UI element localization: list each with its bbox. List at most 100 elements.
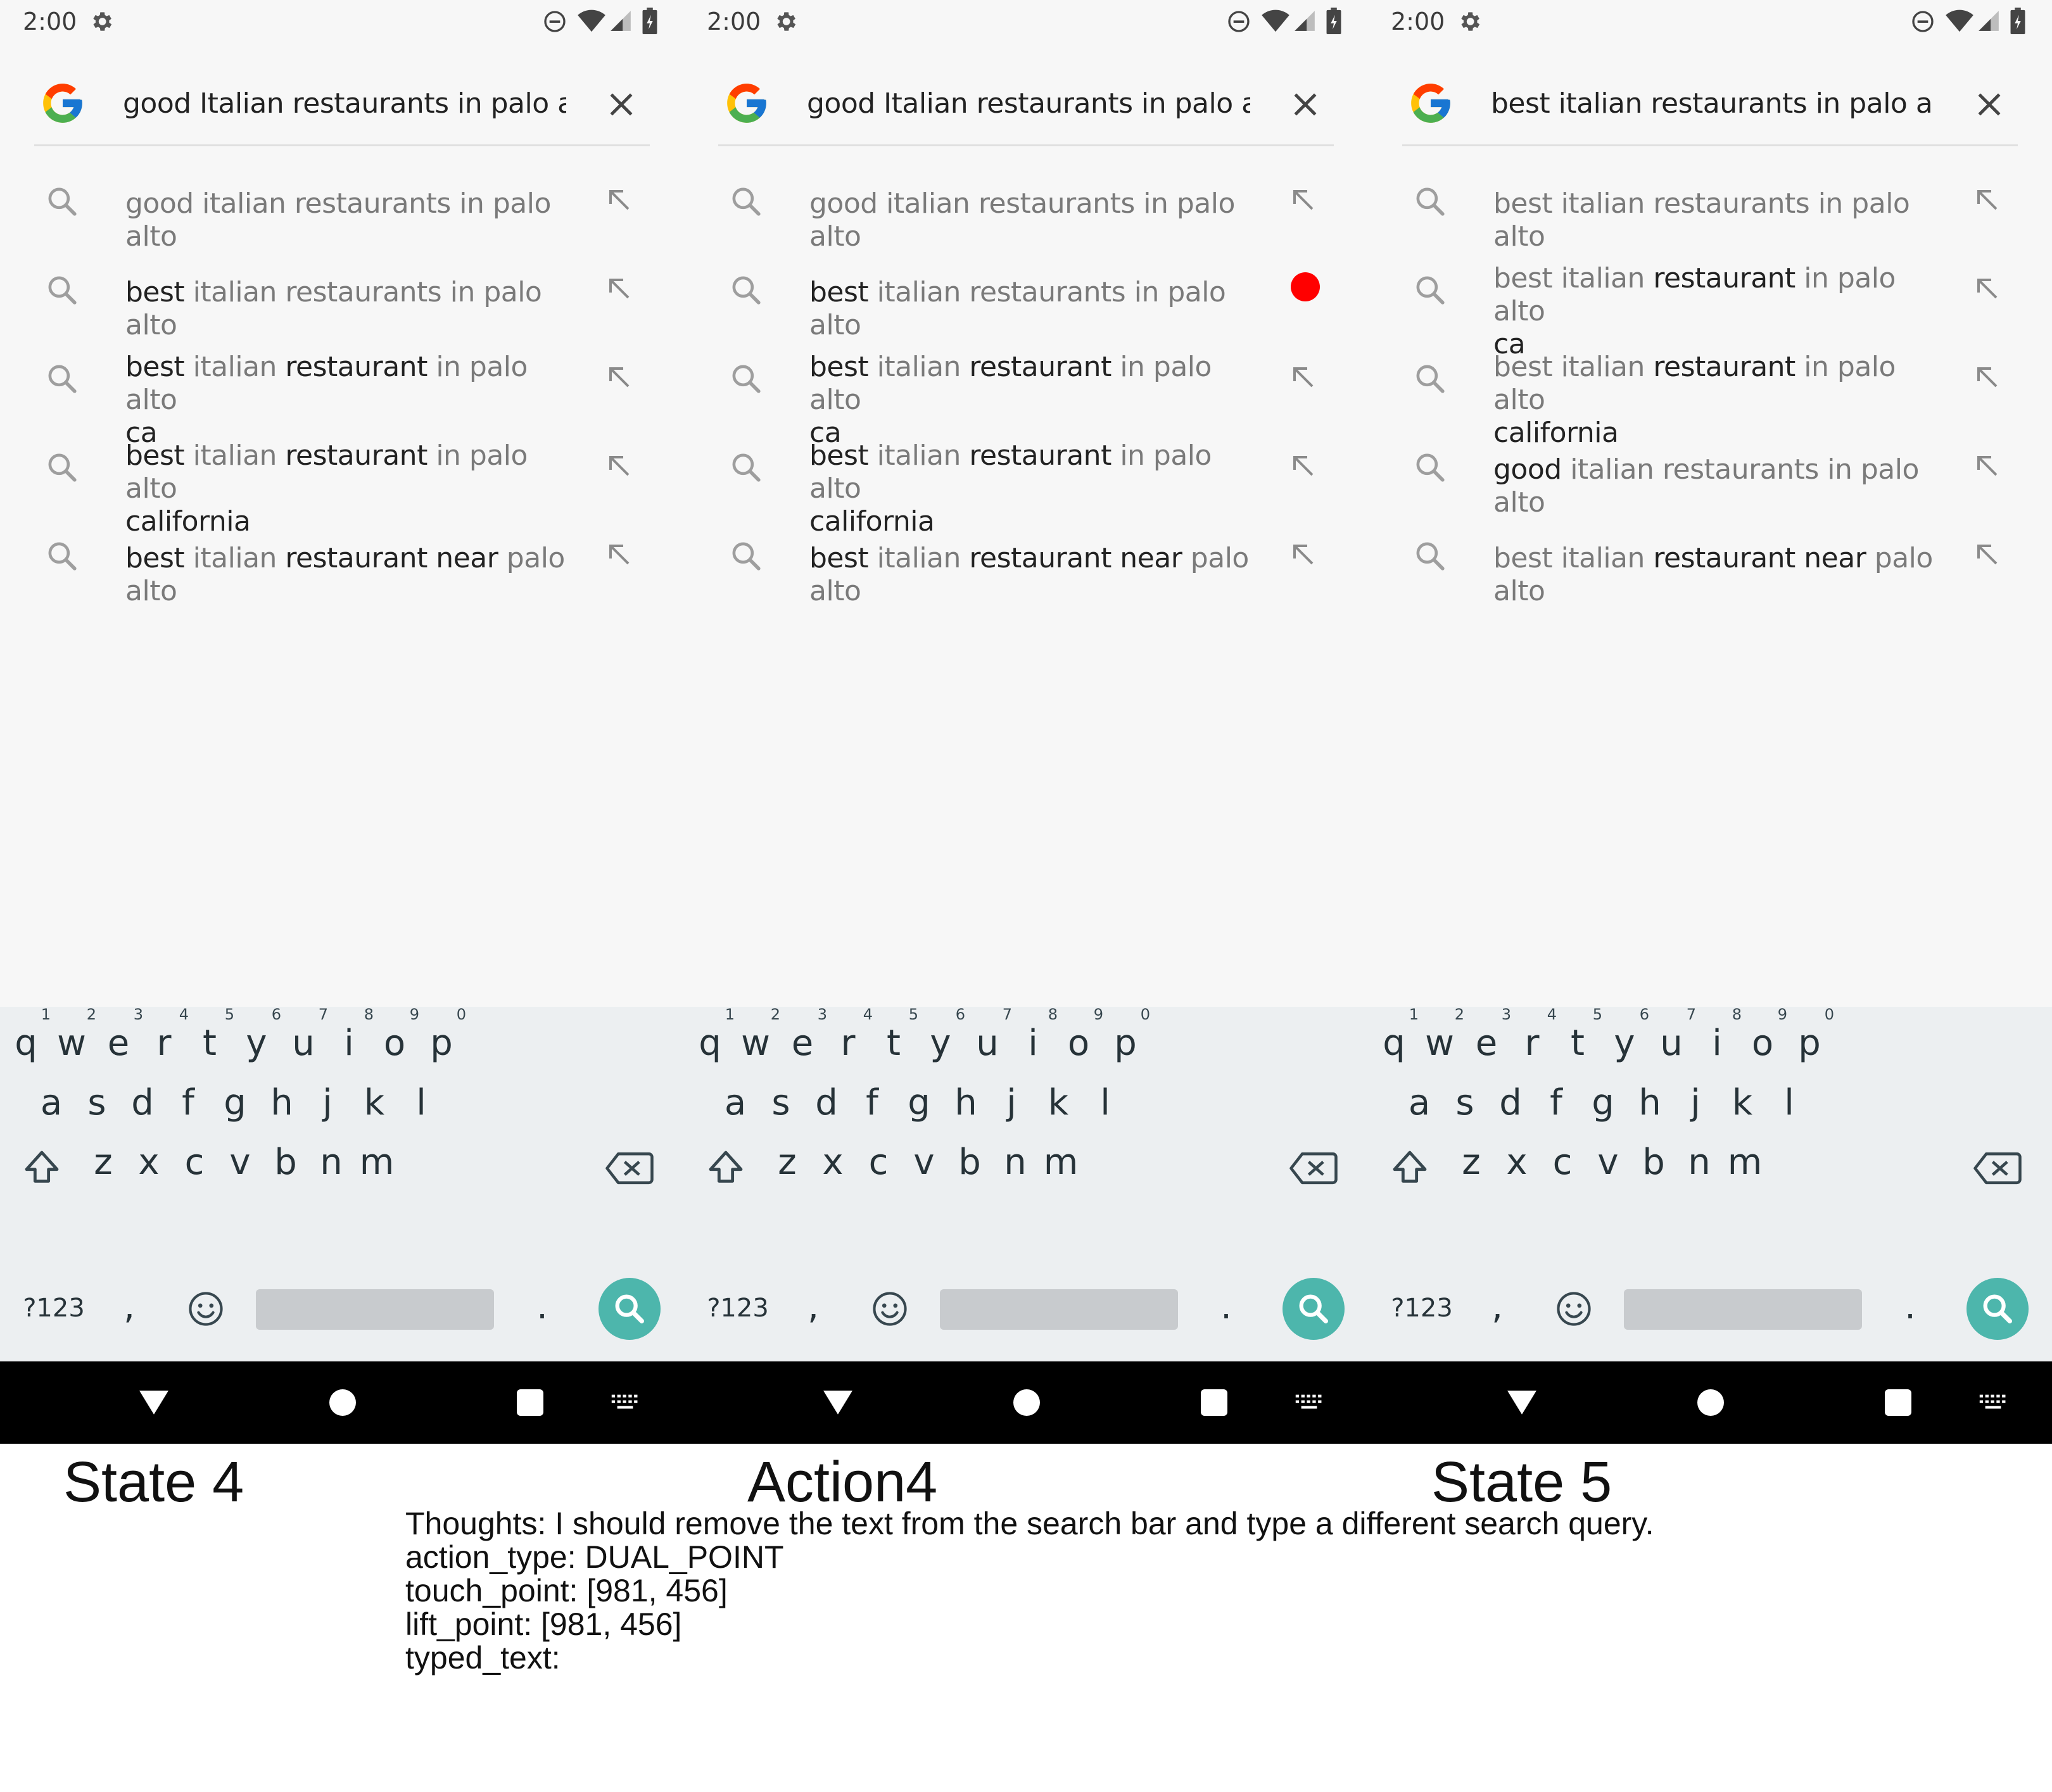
key-label: r <box>156 1023 172 1064</box>
spacebar[interactable] <box>940 1289 1178 1330</box>
key-label: c <box>868 1142 889 1183</box>
phone-screen-state-5: 2:00 best italian restaurants in palo al… <box>1368 0 2052 1444</box>
search-input[interactable]: good Italian restaurants in palo alto <box>807 87 1250 123</box>
clear-search-icon[interactable] <box>604 87 638 122</box>
suggestion-dim-text: best italian <box>1493 351 1654 383</box>
fill-query-arrow-icon[interactable] <box>1288 539 1319 570</box>
key-label: b <box>274 1142 297 1183</box>
suggestion-item[interactable]: best italian restaurant near palo alto <box>684 505 1368 607</box>
suggestion-item[interactable]: best italian restaurant in palo alto ca <box>1368 239 2052 360</box>
shift-icon[interactable] <box>1390 1147 1430 1188</box>
fill-query-arrow-icon[interactable] <box>604 451 635 481</box>
emoji-icon[interactable] <box>186 1289 225 1328</box>
suggestion-item[interactable]: best italian restaurants in palo alto <box>684 239 1368 341</box>
key-p[interactable]: p 0 <box>1781 1006 1838 1075</box>
key-p[interactable]: p 0 <box>413 1006 470 1075</box>
key-l[interactable]: l <box>1077 1071 1134 1135</box>
symbols-key[interactable]: ?123 <box>697 1277 779 1340</box>
gear-icon <box>1461 12 1480 31</box>
suggestion-item[interactable]: best italian restaurant in palo alto cali… <box>0 417 684 538</box>
back-icon[interactable] <box>138 1389 170 1416</box>
fill-query-arrow-icon[interactable] <box>604 274 635 304</box>
fill-query-arrow-icon[interactable] <box>1972 539 2003 570</box>
suggestion-item[interactable]: best italian restaurant near palo alto <box>0 505 684 607</box>
key-label: s <box>87 1082 106 1123</box>
fill-query-arrow-icon[interactable] <box>1972 362 2003 393</box>
symbols-key[interactable]: ?123 <box>13 1277 95 1340</box>
search-bar[interactable]: best italian restaurants in palo alto <box>1402 70 2018 146</box>
key-label: m <box>359 1142 395 1183</box>
suggestion-item[interactable]: good italian restaurants in palo alto <box>1368 417 2052 519</box>
home-icon[interactable] <box>1013 1389 1040 1416</box>
search-bar[interactable]: good Italian restaurants in palo alto <box>718 70 1334 146</box>
suggestion-item[interactable]: best italian restaurant near palo alto <box>1368 505 2052 607</box>
fill-query-arrow-icon[interactable] <box>1972 451 2003 481</box>
backspace-icon[interactable] <box>1289 1150 1338 1187</box>
search-input[interactable]: best italian restaurants in palo alto <box>1491 87 1934 123</box>
emoji-icon[interactable] <box>870 1289 909 1328</box>
fill-query-arrow-icon[interactable] <box>604 185 635 215</box>
suggestion-item[interactable]: best italian restaurants in palo alto <box>1368 151 2052 253</box>
period-key[interactable]: . <box>1891 1275 1929 1339</box>
symbols-key[interactable]: ?123 <box>1381 1277 1463 1340</box>
backspace-icon[interactable] <box>605 1150 654 1187</box>
fill-query-arrow-icon[interactable] <box>1972 185 2003 215</box>
emoji-icon[interactable] <box>1554 1289 1593 1328</box>
key-m[interactable]: m <box>348 1131 405 1194</box>
suggestion-item[interactable]: good italian restaurants in palo alto <box>0 151 684 253</box>
suggestion-item[interactable]: best italian restaurants in palo alto <box>0 239 684 341</box>
key-l[interactable]: l <box>1761 1071 1818 1135</box>
keyboard-switch-icon[interactable] <box>1295 1392 1324 1413</box>
search-input[interactable]: good Italian restaurants in palo alto <box>123 87 566 123</box>
search-key[interactable] <box>1966 1278 2029 1340</box>
clear-search-icon[interactable] <box>1972 87 2006 122</box>
spacebar[interactable] <box>1624 1289 1862 1330</box>
action-typed-text: typed_text: <box>405 1640 560 1675</box>
key-label: d <box>131 1082 154 1123</box>
suggestion-item[interactable]: good italian restaurants in palo alto <box>684 151 1368 253</box>
search-key[interactable] <box>1282 1278 1345 1340</box>
action-touch-point: touch_point: [981, 456] <box>405 1573 728 1608</box>
back-icon[interactable] <box>1506 1389 1538 1416</box>
recents-icon[interactable] <box>517 1389 543 1416</box>
suggestion-item[interactable]: best italian restaurant in palo alto cali… <box>684 417 1368 538</box>
fill-query-arrow-icon[interactable] <box>604 539 635 570</box>
shift-icon[interactable] <box>706 1147 746 1188</box>
fill-query-arrow-icon[interactable] <box>1972 274 2003 304</box>
suggestion-dim-text: best italian <box>1493 262 1654 294</box>
phone-screen-state-4: 2:00 good Italian restaurants in palo al… <box>0 0 684 1444</box>
shift-icon[interactable] <box>22 1147 62 1188</box>
recents-icon[interactable] <box>1201 1389 1227 1416</box>
suggestion-item[interactable]: best italian restaurant in palo alto ca <box>684 328 1368 449</box>
keyboard-switch-icon[interactable] <box>611 1392 640 1413</box>
key-l[interactable]: l <box>393 1071 450 1135</box>
comma-key[interactable]: , <box>794 1275 832 1339</box>
suggestion-bold-text: restaurant <box>285 351 428 383</box>
clear-search-icon[interactable] <box>1288 87 1322 122</box>
comma-key[interactable]: , <box>110 1275 148 1339</box>
home-icon[interactable] <box>329 1389 356 1416</box>
back-icon[interactable] <box>822 1389 854 1416</box>
fill-query-arrow-icon[interactable] <box>1288 362 1319 393</box>
key-m[interactable]: m <box>1716 1131 1773 1194</box>
spacebar[interactable] <box>256 1289 494 1330</box>
keyboard-switch-icon[interactable] <box>1979 1392 2008 1413</box>
backspace-icon[interactable] <box>1973 1150 2022 1187</box>
comma-key[interactable]: , <box>1478 1275 1516 1339</box>
key-label: z <box>778 1142 797 1183</box>
fill-query-arrow-icon[interactable] <box>604 362 635 393</box>
fill-query-arrow-icon[interactable] <box>1288 451 1319 481</box>
period-key[interactable]: . <box>523 1275 561 1339</box>
suggestion-item[interactable]: best italian restaurant in palo alto ca <box>0 328 684 449</box>
key-label: g <box>224 1082 246 1123</box>
key-p[interactable]: p 0 <box>1097 1006 1154 1075</box>
recents-icon[interactable] <box>1885 1389 1911 1416</box>
search-key[interactable] <box>598 1278 661 1340</box>
fill-query-arrow-icon[interactable] <box>1288 185 1319 215</box>
action-thoughts: Thoughts: I should remove the text from … <box>405 1506 1654 1541</box>
search-bar[interactable]: good Italian restaurants in palo alto <box>34 70 650 146</box>
home-icon[interactable] <box>1697 1389 1724 1416</box>
suggestion-item[interactable]: best italian restaurant in palo alto cali… <box>1368 328 2052 449</box>
key-m[interactable]: m <box>1032 1131 1089 1194</box>
period-key[interactable]: . <box>1207 1275 1245 1339</box>
